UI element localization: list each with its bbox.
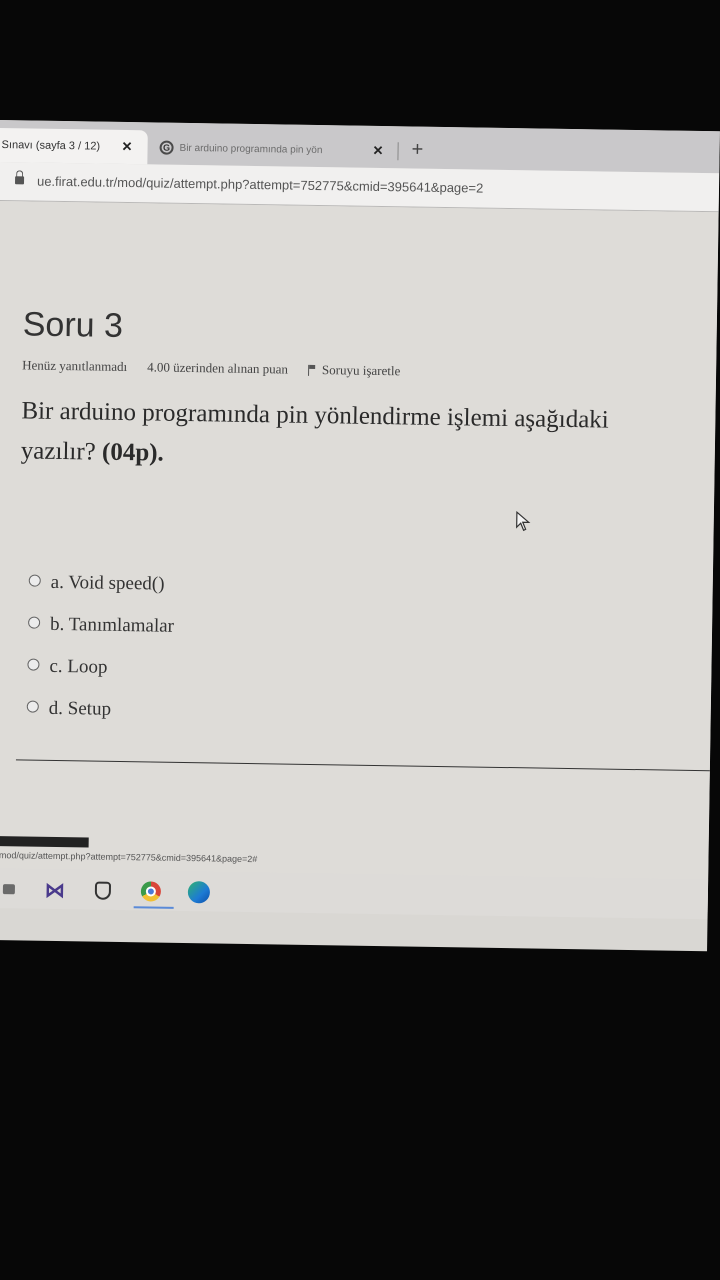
lock-icon — [14, 176, 25, 185]
flag-question-label: Soruyu işaretle — [321, 362, 401, 379]
question-status: Henüz yanıtlanmadı — [22, 357, 128, 375]
question-text-suffix: yazılır? — [20, 437, 96, 466]
radio-button[interactable] — [27, 658, 40, 671]
radio-button[interactable] — [28, 574, 41, 587]
tab-title: Bir arduino programında pin yön — [179, 142, 323, 156]
radio-button[interactable] — [28, 616, 41, 629]
flag-icon — [308, 365, 316, 375]
url-text[interactable]: ue.firat.edu.tr/mod/quiz/attempt.php?att… — [37, 174, 483, 196]
answer-label: b. Tanımlamalar — [49, 613, 175, 637]
close-icon[interactable]: ✕ — [121, 139, 132, 155]
edge-icon[interactable] — [187, 881, 211, 904]
question-text: Bir arduino programında pin yönlendirme … — [20, 391, 719, 483]
question-info: Henüz yanıtlanmadı 4.00 üzerinden alınan… — [22, 357, 440, 380]
answer-label: d. Setup — [48, 697, 112, 720]
active-app-indicator — [133, 906, 174, 909]
tab-quiz[interactable]: Sınavı (sayfa 3 / 12) ✕ — [0, 127, 148, 165]
question-points: (04p). — [101, 438, 165, 467]
question-title: Soru 3 — [22, 305, 124, 345]
answer-label: a. Void speed() — [50, 571, 165, 595]
mouse-cursor-icon — [516, 511, 531, 532]
answer-option-a[interactable]: a. Void speed() — [28, 562, 175, 606]
flag-question-link[interactable]: Soruyu işaretle — [308, 362, 421, 380]
answer-label: c. Loop — [49, 655, 108, 678]
tab-divider — [397, 142, 399, 161]
new-tab-icon[interactable]: + — [411, 138, 423, 161]
answer-option-d[interactable]: d. Setup — [26, 687, 173, 731]
navigation-bar-fragment — [0, 835, 89, 848]
answer-option-b[interactable]: b. Tanımlamalar — [28, 604, 175, 648]
close-icon[interactable]: ✕ — [372, 143, 383, 159]
answer-option-c[interactable]: c. Loop — [27, 646, 174, 690]
question-grade: 4.00 üzerinden alınan puan — [147, 359, 289, 377]
divider — [15, 759, 716, 772]
answer-list: a. Void speed() b. Tanımlamalar c. Loop … — [26, 562, 175, 732]
radio-button[interactable] — [26, 700, 39, 713]
laptop-screen: Sınavı (sayfa 3 / 12) ✕ G Bir arduino pr… — [0, 120, 720, 952]
shield-icon[interactable] — [92, 880, 114, 902]
tab-search[interactable]: G Bir arduino programında pin yön ✕ — [149, 130, 396, 168]
google-icon: G — [159, 140, 174, 155]
visual-studio-icon[interactable]: ⋈ — [44, 879, 66, 901]
chrome-icon[interactable] — [140, 880, 162, 902]
app-icon[interactable] — [0, 878, 20, 900]
tab-title: Sınavı (sayfa 3 / 12) — [1, 139, 101, 153]
page-content: Soru 3 Henüz yanıtlanmadı 4.00 üzerinden… — [0, 200, 719, 913]
